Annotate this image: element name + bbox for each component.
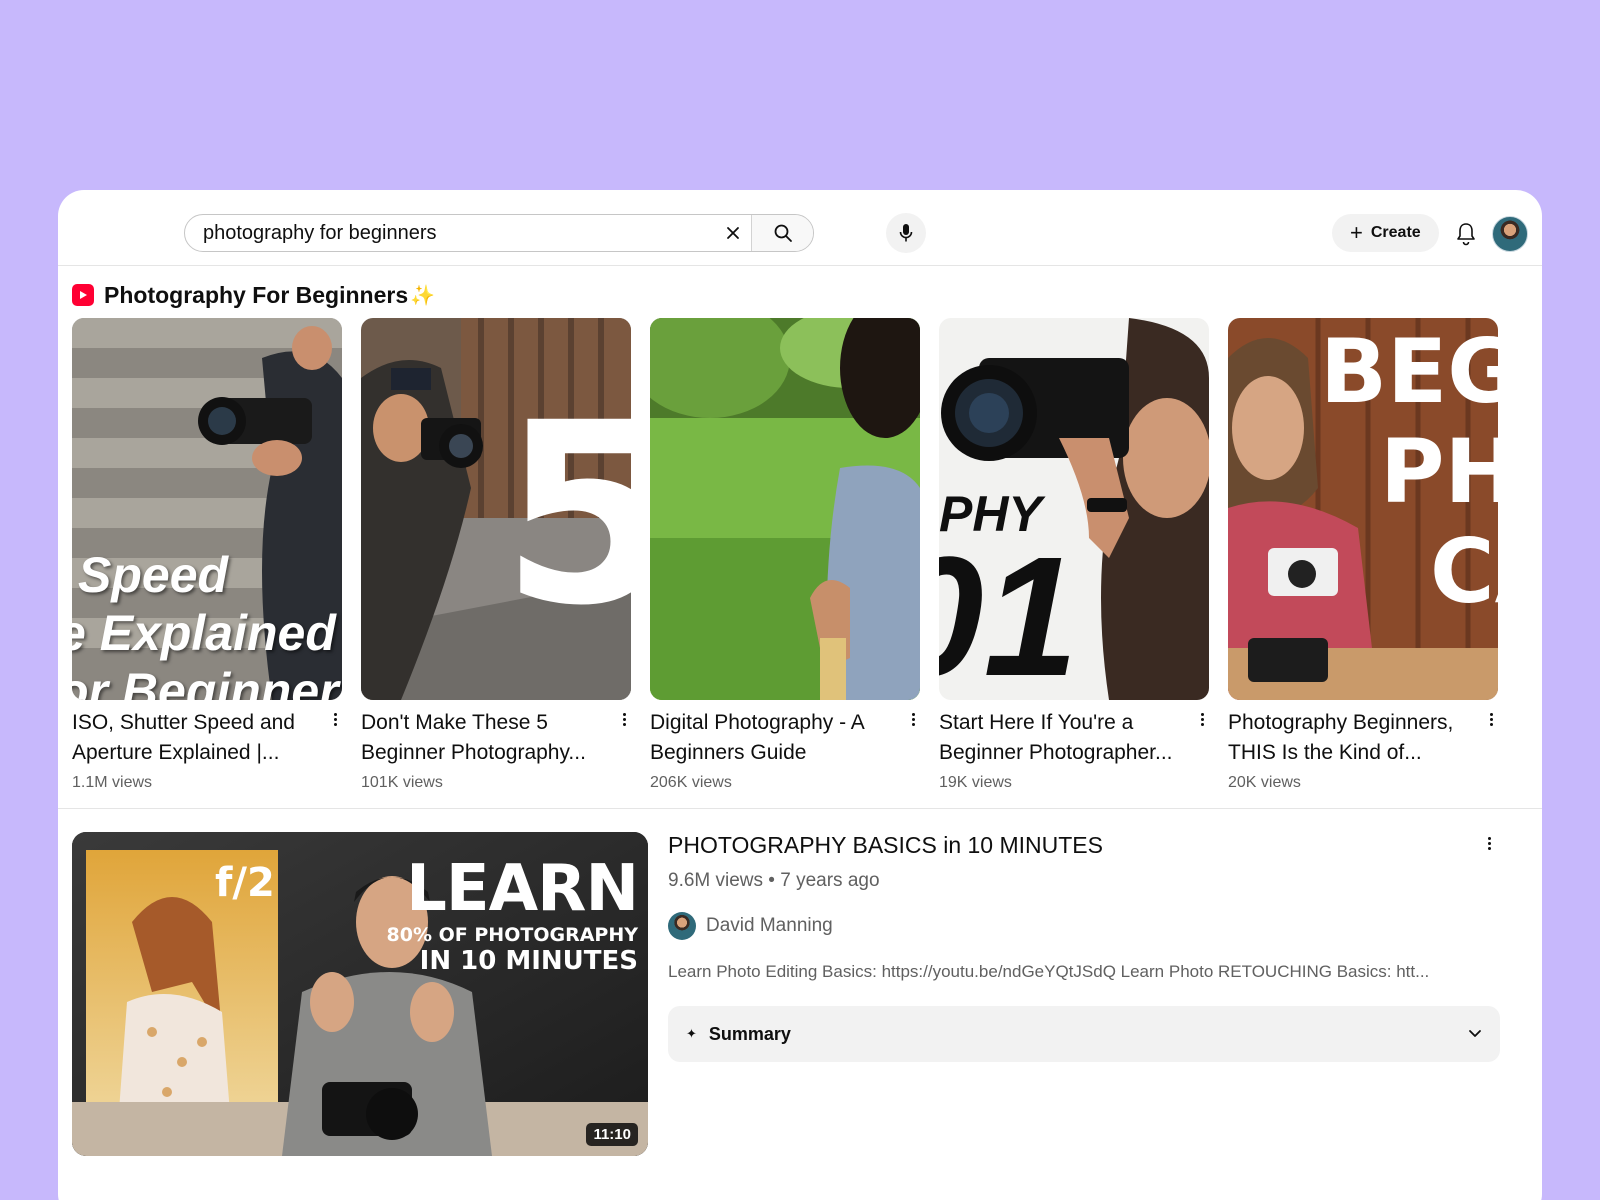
- more-options-button[interactable]: [617, 708, 631, 730]
- bell-icon: [1457, 223, 1475, 246]
- more-options-button[interactable]: [328, 708, 342, 730]
- search-box: [184, 214, 814, 252]
- create-label: Create: [1370, 224, 1421, 241]
- thumb-overlay-text: Speed: [78, 547, 229, 603]
- shelf-title: Photography For Beginners: [104, 281, 409, 308]
- video-description: Learn Photo Editing Basics: https://yout…: [668, 962, 1430, 981]
- plus-icon: +: [1350, 220, 1363, 245]
- create-button[interactable]: + Create: [1332, 214, 1439, 252]
- short-thumbnail[interactable]: BEGI PHO CA: [1228, 318, 1498, 700]
- short-card[interactable]: BEGI PHO CA Photography Beginners, THIS …: [1228, 318, 1498, 792]
- shorts-row: Speed e Explained or Beginners ISO, Shut…: [72, 318, 1532, 808]
- short-title[interactable]: Photography Beginners, THIS Is the Kind …: [1228, 708, 1476, 768]
- top-bar: + Create: [58, 190, 1542, 266]
- voice-search-button[interactable]: [886, 213, 926, 253]
- short-card[interactable]: Digital Photography - A Beginners Guide …: [650, 318, 920, 792]
- thumb-overlay-text: CA: [1430, 520, 1498, 623]
- notifications-button[interactable]: [1448, 216, 1484, 252]
- short-views: 101K views: [361, 774, 443, 791]
- sparkle-icon: ✦: [686, 1026, 697, 1041]
- search-icon: [774, 224, 792, 242]
- video-info: PHOTOGRAPHY BASICS in 10 MINUTES 9.6M vi…: [668, 830, 1500, 1062]
- chevron-down-icon: [1469, 1030, 1481, 1037]
- short-thumbnail[interactable]: 5: [361, 318, 631, 700]
- short-title[interactable]: Start Here If You're a Beginner Photogra…: [939, 708, 1187, 768]
- thumb-overlay-text: 5: [501, 369, 631, 660]
- clear-search-button[interactable]: [715, 215, 751, 251]
- thumb-overlay-text: 01: [939, 522, 1079, 700]
- close-icon: [727, 227, 739, 239]
- more-options-button[interactable]: [1484, 708, 1498, 730]
- more-options-button[interactable]: [1195, 708, 1209, 730]
- short-title[interactable]: Don't Make These 5 Beginner Photography.…: [361, 708, 609, 768]
- short-card[interactable]: PHY 01 Start Here If You're a Beginner P…: [939, 318, 1209, 792]
- short-views: 206K views: [650, 774, 732, 791]
- more-options-button[interactable]: [906, 708, 920, 730]
- channel-avatar[interactable]: [668, 912, 696, 940]
- app-window: + Create Photography For Beginners ✨: [58, 190, 1542, 1200]
- thumb-fstop-text: f/2: [215, 860, 275, 906]
- thumb-overlay-text: BEGI: [1320, 320, 1498, 423]
- summary-toggle[interactable]: ✦ Summary: [668, 1006, 1500, 1062]
- thumb-overlay-text: or Beginners: [72, 663, 342, 700]
- channel-row[interactable]: David Manning: [668, 912, 1500, 940]
- thumb-overlay-text: PHO: [1380, 420, 1498, 523]
- short-title[interactable]: Digital Photography - A Beginners Guide: [650, 708, 898, 768]
- short-card[interactable]: Speed e Explained or Beginners ISO, Shut…: [72, 318, 342, 792]
- sparkle-icon: ✨: [410, 284, 436, 307]
- search-button[interactable]: [751, 215, 813, 251]
- duration-badge: 11:10: [586, 1123, 638, 1146]
- short-views: 1.1M views: [72, 774, 153, 791]
- thumb-learn-text: LEARN: [406, 852, 639, 926]
- video-thumbnail[interactable]: f/2 LEARN 80% OF PHOTOGRAPHY IN 10 MINUT…: [72, 832, 648, 1156]
- user-avatar[interactable]: [1492, 216, 1528, 252]
- video-meta: 9.6M views • 7 years ago: [668, 870, 880, 891]
- thumb-overlay-text: e Explained: [72, 605, 336, 661]
- summary-label: Summary: [708, 1023, 791, 1044]
- short-views: 20K views: [1228, 774, 1301, 791]
- thumb-line1-text: 80% OF PHOTOGRAPHY: [386, 924, 638, 946]
- mic-icon: [899, 224, 913, 242]
- short-thumbnail[interactable]: Speed e Explained or Beginners: [72, 318, 342, 700]
- short-views: 19K views: [939, 774, 1012, 791]
- short-title[interactable]: ISO, Shutter Speed and Aperture Explaine…: [72, 708, 320, 768]
- video-title[interactable]: PHOTOGRAPHY BASICS in 10 MINUTES: [668, 830, 1500, 860]
- shelf-header: Photography For Beginners ✨: [72, 280, 435, 310]
- short-card[interactable]: 5 Don't Make These 5 Beginner Photograph…: [361, 318, 631, 792]
- section-divider: [58, 808, 1542, 809]
- channel-name[interactable]: David Manning: [706, 915, 833, 937]
- search-input[interactable]: [185, 215, 715, 251]
- short-thumbnail[interactable]: [650, 318, 920, 700]
- thumb-line2-text: IN 10 MINUTES: [419, 946, 638, 976]
- short-thumbnail[interactable]: PHY 01: [939, 318, 1209, 700]
- shorts-icon: [72, 284, 94, 306]
- video-more-options-button[interactable]: [1482, 832, 1496, 854]
